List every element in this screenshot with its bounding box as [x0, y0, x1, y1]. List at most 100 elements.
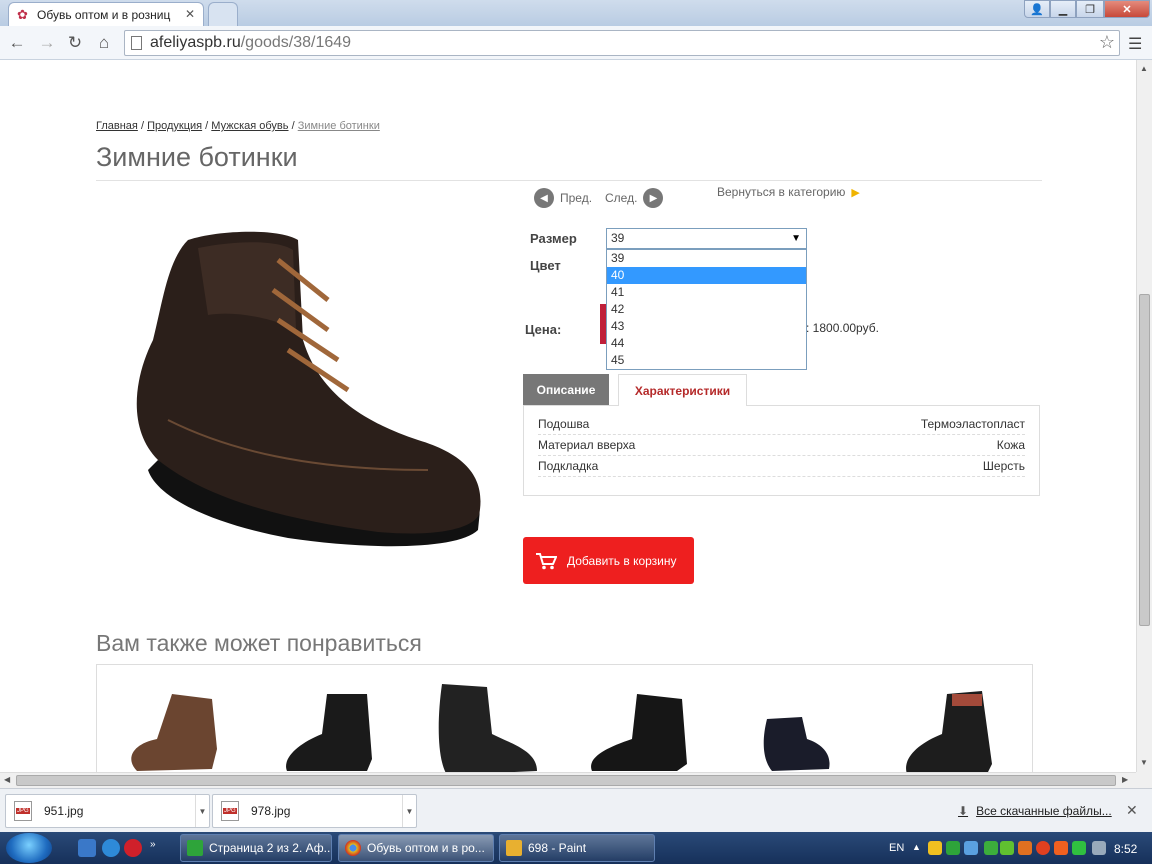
restore-icon[interactable]: ❐	[1076, 0, 1104, 18]
tray-expand-icon[interactable]: ▲	[912, 842, 921, 852]
taskbar-item-active[interactable]: Обувь оптом и в ро...	[338, 834, 494, 862]
size-option[interactable]: 45	[607, 352, 806, 369]
spec-row: Подкладка Шерсть	[538, 456, 1025, 477]
chrome-icon	[345, 840, 361, 856]
volume-icon[interactable]	[1092, 841, 1106, 855]
tray-app-icon[interactable]	[964, 841, 978, 855]
size-option[interactable]: 43	[607, 318, 806, 335]
home-icon[interactable]: ⌂	[93, 32, 115, 54]
browser-titlebar: ✿ Обувь оптом и в розниц ✕ 👤 ▁ ❐ ✕	[0, 0, 1152, 26]
jpg-file-icon	[14, 801, 32, 821]
chevron-icon[interactable]: »	[150, 839, 168, 857]
add-to-cart-label: Добавить в корзину	[567, 553, 677, 568]
tray-app-icon[interactable]	[1036, 841, 1050, 855]
back-to-category-link[interactable]: Вернуться в категорию ▶	[717, 185, 860, 199]
size-select-value: 39	[611, 231, 625, 245]
next-label: След.	[605, 191, 638, 205]
opera-icon[interactable]	[124, 839, 142, 857]
network-icon[interactable]	[1072, 841, 1086, 855]
prev-arrow-icon: ◀	[534, 188, 554, 208]
browser-tab-active[interactable]: ✿ Обувь оптом и в розниц ✕	[8, 2, 204, 26]
tray-app-icon[interactable]	[1054, 841, 1068, 855]
dropdown-arrow-icon[interactable]: ▼	[402, 795, 416, 827]
minimize-icon[interactable]: ▁	[1050, 0, 1076, 18]
back-label: Вернуться в категорию	[717, 185, 846, 199]
page-icon	[131, 36, 142, 50]
start-button[interactable]	[6, 833, 52, 863]
breadcrumb-mens[interactable]: Мужская обувь	[211, 120, 288, 132]
breadcrumb-separator: /	[291, 120, 295, 132]
scroll-left-icon[interactable]: ◀	[4, 775, 10, 784]
vertical-scrollbar[interactable]: ▲ ▼	[1136, 60, 1152, 772]
next-product-link[interactable]: След. ▶	[605, 188, 664, 208]
language-indicator[interactable]: EN	[889, 842, 904, 854]
price-label: Цена:	[525, 322, 562, 337]
back-arrow-icon[interactable]: ←	[6, 32, 28, 54]
page-title: Зимние ботинки	[96, 142, 298, 172]
related-product-image[interactable]	[757, 679, 867, 772]
tab-description[interactable]: Описание	[523, 374, 609, 405]
prev-product-link[interactable]: ◀ Пред.	[534, 188, 592, 208]
breadcrumb-current[interactable]: Зимние ботинки	[298, 120, 380, 132]
horizontal-scroll-thumb[interactable]	[16, 775, 1116, 786]
size-option[interactable]: 39	[607, 250, 806, 267]
spec-name: Подкладка	[538, 459, 599, 473]
new-tab-button[interactable]	[208, 2, 238, 26]
breadcrumb-products[interactable]: Продукция	[147, 120, 202, 132]
related-product-image[interactable]	[432, 679, 542, 772]
window-close-icon[interactable]: ✕	[1104, 0, 1150, 18]
browser-menu-icon[interactable]: ☰	[1128, 34, 1142, 54]
spec-name: Материал вверха	[538, 438, 636, 452]
breadcrumb: Главная / Продукция / Мужская обувь / Зи…	[96, 120, 380, 132]
forward-arrow-icon[interactable]: →	[36, 32, 58, 54]
vertical-scroll-thumb[interactable]	[1139, 294, 1150, 626]
product-image[interactable]	[128, 220, 488, 550]
breadcrumb-home[interactable]: Главная	[96, 120, 138, 132]
download-item[interactable]: 951.jpg ▼	[5, 794, 210, 828]
title-divider	[96, 180, 1042, 181]
tray-app-icon[interactable]	[1000, 841, 1014, 855]
tab-specifications[interactable]: Характеристики	[618, 374, 747, 406]
address-bar[interactable]: afeliyaspb.ru/goods/38/1649 ☆	[124, 30, 1120, 56]
ie-icon[interactable]	[102, 839, 120, 857]
user-profile-icon[interactable]: 👤	[1024, 0, 1050, 18]
size-select[interactable]: 39 ▼	[606, 228, 807, 249]
scroll-down-icon[interactable]: ▼	[1140, 758, 1148, 767]
close-icon[interactable]: ✕	[1126, 802, 1138, 819]
dropdown-arrow-icon[interactable]: ▼	[195, 795, 209, 827]
explorer-icon[interactable]	[78, 839, 96, 857]
tray-app-icon[interactable]	[946, 841, 960, 855]
tray-app-icon[interactable]	[984, 841, 998, 855]
paint-icon	[506, 840, 522, 856]
add-to-cart-button[interactable]: Добавить в корзину	[523, 537, 694, 584]
size-option[interactable]: 40	[607, 267, 806, 284]
clock[interactable]: 8:52	[1114, 842, 1137, 856]
taskbar-item[interactable]: 698 - Paint	[499, 834, 655, 862]
size-option[interactable]: 42	[607, 301, 806, 318]
color-label: Цвет	[530, 258, 561, 273]
tray-app-icon[interactable]	[1018, 841, 1032, 855]
cart-icon	[536, 552, 557, 569]
tab-close-icon[interactable]: ✕	[185, 7, 195, 21]
dropdown-arrow-icon: ▼	[791, 233, 801, 244]
download-filename: 978.jpg	[251, 804, 291, 818]
taskbar-item[interactable]: Страница 2 из 2. Аф...	[180, 834, 332, 862]
download-item[interactable]: 978.jpg ▼	[212, 794, 417, 828]
related-product-image[interactable]	[117, 679, 227, 772]
horizontal-scrollbar[interactable]: ◀ ▶	[0, 772, 1136, 788]
size-option[interactable]: 41	[607, 284, 806, 301]
scroll-up-icon[interactable]: ▲	[1140, 64, 1148, 73]
size-dropdown-list: 39 40 41 42 43 44 45	[606, 249, 807, 370]
tray-app-icon[interactable]	[928, 841, 942, 855]
related-product-image[interactable]	[897, 679, 1007, 772]
scroll-right-icon[interactable]: ▶	[1122, 775, 1128, 784]
size-option[interactable]: 44	[607, 335, 806, 352]
related-product-image[interactable]	[582, 679, 692, 772]
bookmark-star-icon[interactable]: ☆	[1099, 32, 1115, 53]
next-arrow-icon: ▶	[643, 188, 664, 208]
reload-icon[interactable]: ↻	[64, 32, 86, 54]
spec-value: Термоэластопласт	[920, 417, 1025, 431]
all-downloads-link[interactable]: ⬇ Все скачанные файлы...	[958, 804, 1112, 818]
related-product-image[interactable]	[277, 679, 387, 772]
tab-title: Обувь оптом и в розниц	[37, 7, 171, 22]
